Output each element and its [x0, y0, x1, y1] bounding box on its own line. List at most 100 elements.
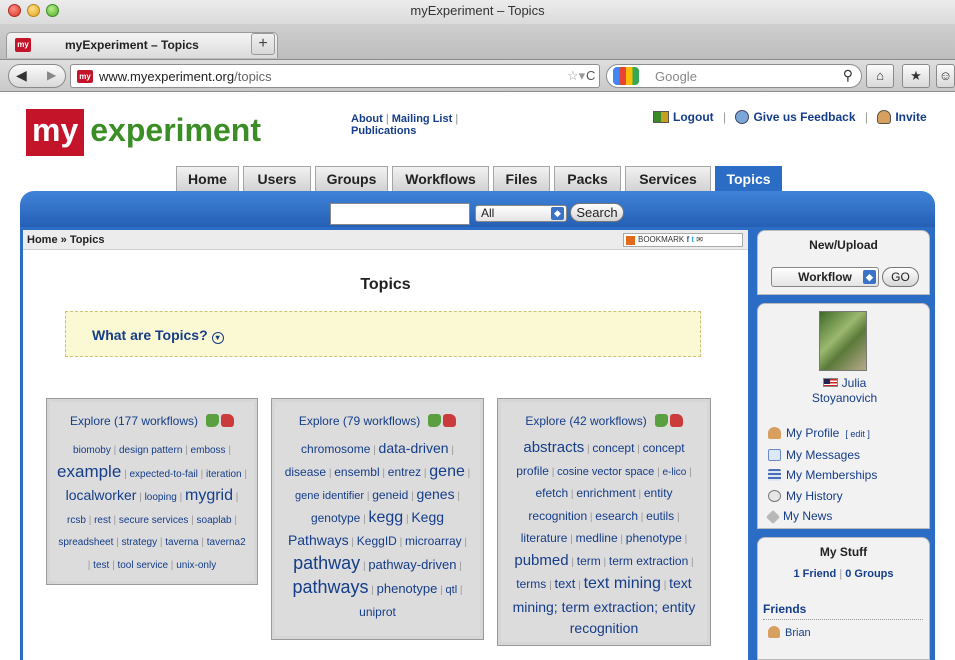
tag-link[interactable]: test: [93, 560, 109, 571]
tag-link[interactable]: cosine vector space: [557, 466, 654, 478]
tag-link[interactable]: pathway-driven: [368, 557, 456, 572]
tag-link[interactable]: rest: [94, 515, 111, 526]
site-search-input[interactable]: [330, 203, 470, 225]
chevron-down-icon[interactable]: ▾: [211, 332, 224, 344]
tag-link[interactable]: disease: [285, 465, 326, 479]
tag-link[interactable]: text: [554, 576, 575, 591]
tag-link[interactable]: taverna: [165, 537, 198, 548]
tag-link[interactable]: rcsb: [67, 515, 86, 526]
tag-link[interactable]: enrichment: [576, 486, 635, 500]
tab-users[interactable]: Users: [243, 166, 311, 191]
edit-profile-link[interactable]: [ edit ]: [845, 429, 870, 439]
tag-link[interactable]: secure services: [119, 515, 188, 526]
breadcrumb-home[interactable]: Home: [27, 234, 58, 246]
tab-services[interactable]: Services: [625, 166, 711, 191]
thumbs-up-icon[interactable]: [206, 414, 220, 427]
tab-home[interactable]: Home: [176, 166, 239, 191]
tag-link[interactable]: term: [577, 554, 601, 568]
browser-search-field[interactable]: Google ⚲: [606, 64, 862, 88]
tag-link[interactable]: term extraction: [609, 554, 688, 568]
tag-link[interactable]: abstracts: [523, 439, 584, 456]
my-memberships-link[interactable]: My Memberships: [786, 468, 877, 482]
tag-link[interactable]: medline: [576, 531, 618, 545]
tag-link[interactable]: expected-to-fail: [129, 469, 197, 480]
my-history-link[interactable]: My History: [786, 489, 843, 503]
thumbs-down-icon[interactable]: [221, 414, 235, 427]
publications-link[interactable]: Publications: [351, 125, 416, 137]
what-are-topics-link[interactable]: What are Topics? ▾: [92, 327, 224, 344]
tag-link[interactable]: tool service: [117, 560, 168, 571]
tag-link[interactable]: concept: [592, 441, 634, 455]
invite-link[interactable]: Invite: [895, 110, 926, 124]
tag-link[interactable]: iteration: [206, 469, 242, 480]
my-profile-link[interactable]: My Profile: [786, 426, 839, 440]
tag-link[interactable]: geneid: [372, 488, 408, 502]
home-icon[interactable]: ⌂: [866, 64, 894, 88]
feedback-link[interactable]: Give us Feedback: [753, 110, 855, 124]
friend-item[interactable]: Brian: [768, 626, 929, 639]
tag-link[interactable]: genes: [416, 486, 454, 502]
tag-link[interactable]: unix-only: [176, 560, 216, 571]
topic-explore-link[interactable]: Explore (79 workflows): [299, 414, 420, 428]
tag-link[interactable]: text mining: [584, 575, 661, 592]
my-messages-link[interactable]: My Messages: [786, 448, 860, 462]
tag-link[interactable]: efetch: [535, 486, 568, 500]
tab-packs[interactable]: Packs: [554, 166, 621, 191]
tag-link[interactable]: literature: [521, 531, 568, 545]
forward-arrow-icon[interactable]: ▶: [47, 68, 56, 82]
go-button[interactable]: GO: [882, 267, 919, 287]
tag-link[interactable]: microarray: [405, 534, 462, 548]
mailing-list-link[interactable]: Mailing List: [392, 113, 453, 125]
tag-link[interactable]: pubmed: [514, 552, 568, 569]
tag-link[interactable]: gene identifier: [295, 490, 364, 502]
logout-link[interactable]: Logout: [673, 110, 714, 124]
back-arrow-icon[interactable]: ◀: [16, 67, 27, 84]
reload-icon[interactable]: C: [586, 68, 595, 83]
bookmarks-icon[interactable]: ★: [902, 64, 930, 88]
tag-link[interactable]: spreadsheet: [58, 537, 113, 548]
tag-link[interactable]: phenotype: [377, 581, 438, 596]
new-tab-button[interactable]: +: [251, 33, 275, 55]
my-news-link[interactable]: My News: [783, 509, 832, 523]
tag-link[interactable]: soaplab: [197, 515, 232, 526]
tab-workflows[interactable]: Workflows: [392, 166, 489, 191]
tag-link[interactable]: entrez: [388, 465, 421, 479]
about-link[interactable]: About: [351, 113, 383, 125]
bookmark-star-icon[interactable]: ☆▾: [567, 68, 585, 84]
tag-link[interactable]: chromosome: [301, 442, 370, 456]
tag-link[interactable]: terms: [516, 577, 546, 591]
tag-link[interactable]: taverna2: [207, 537, 246, 548]
tag-link[interactable]: design pattern: [119, 445, 182, 456]
site-logo[interactable]: my experiment: [26, 109, 261, 156]
tag-link[interactable]: uniprot: [359, 605, 396, 619]
tag-link[interactable]: phenotype: [626, 531, 682, 545]
tag-link[interactable]: e-lico: [662, 467, 686, 478]
google-icon[interactable]: [613, 67, 639, 85]
tag-link[interactable]: esearch: [595, 509, 638, 523]
thumbs-down-icon[interactable]: [669, 414, 683, 427]
tag-link[interactable]: data-driven: [379, 440, 449, 456]
tag-link[interactable]: kegg: [368, 509, 403, 526]
topic-explore-link[interactable]: Explore (42 workflows): [525, 414, 646, 428]
tag-link[interactable]: pathway: [293, 553, 360, 573]
thumbs-up-icon[interactable]: [654, 414, 668, 427]
tab-files[interactable]: Files: [493, 166, 550, 191]
search-icon[interactable]: ⚲: [843, 67, 853, 84]
tag-link[interactable]: emboss: [191, 445, 226, 456]
browser-tab[interactable]: my myExperiment – Topics: [6, 32, 278, 58]
tag-link[interactable]: eutils: [646, 509, 674, 523]
groups-count-link[interactable]: 0 Groups: [845, 568, 893, 580]
user-name-link[interactable]: Julia Stoyanovich: [758, 376, 931, 406]
tag-link[interactable]: genotype: [311, 511, 360, 525]
upload-type-select[interactable]: Workflow ◆: [771, 267, 879, 287]
tag-link[interactable]: ensembl: [334, 465, 379, 479]
tab-groups[interactable]: Groups: [315, 166, 388, 191]
address-bar[interactable]: my www.myexperiment.org/topics ☆▾ C: [70, 64, 600, 88]
friends-count-link[interactable]: 1 Friend: [793, 568, 836, 580]
tag-link[interactable]: qtl: [446, 584, 458, 596]
tag-link[interactable]: biomoby: [73, 445, 111, 456]
tag-link[interactable]: localworker: [66, 487, 137, 503]
avatar[interactable]: [819, 311, 867, 371]
tag-link[interactable]: mygrid: [185, 487, 233, 504]
tag-link[interactable]: example: [57, 462, 121, 481]
